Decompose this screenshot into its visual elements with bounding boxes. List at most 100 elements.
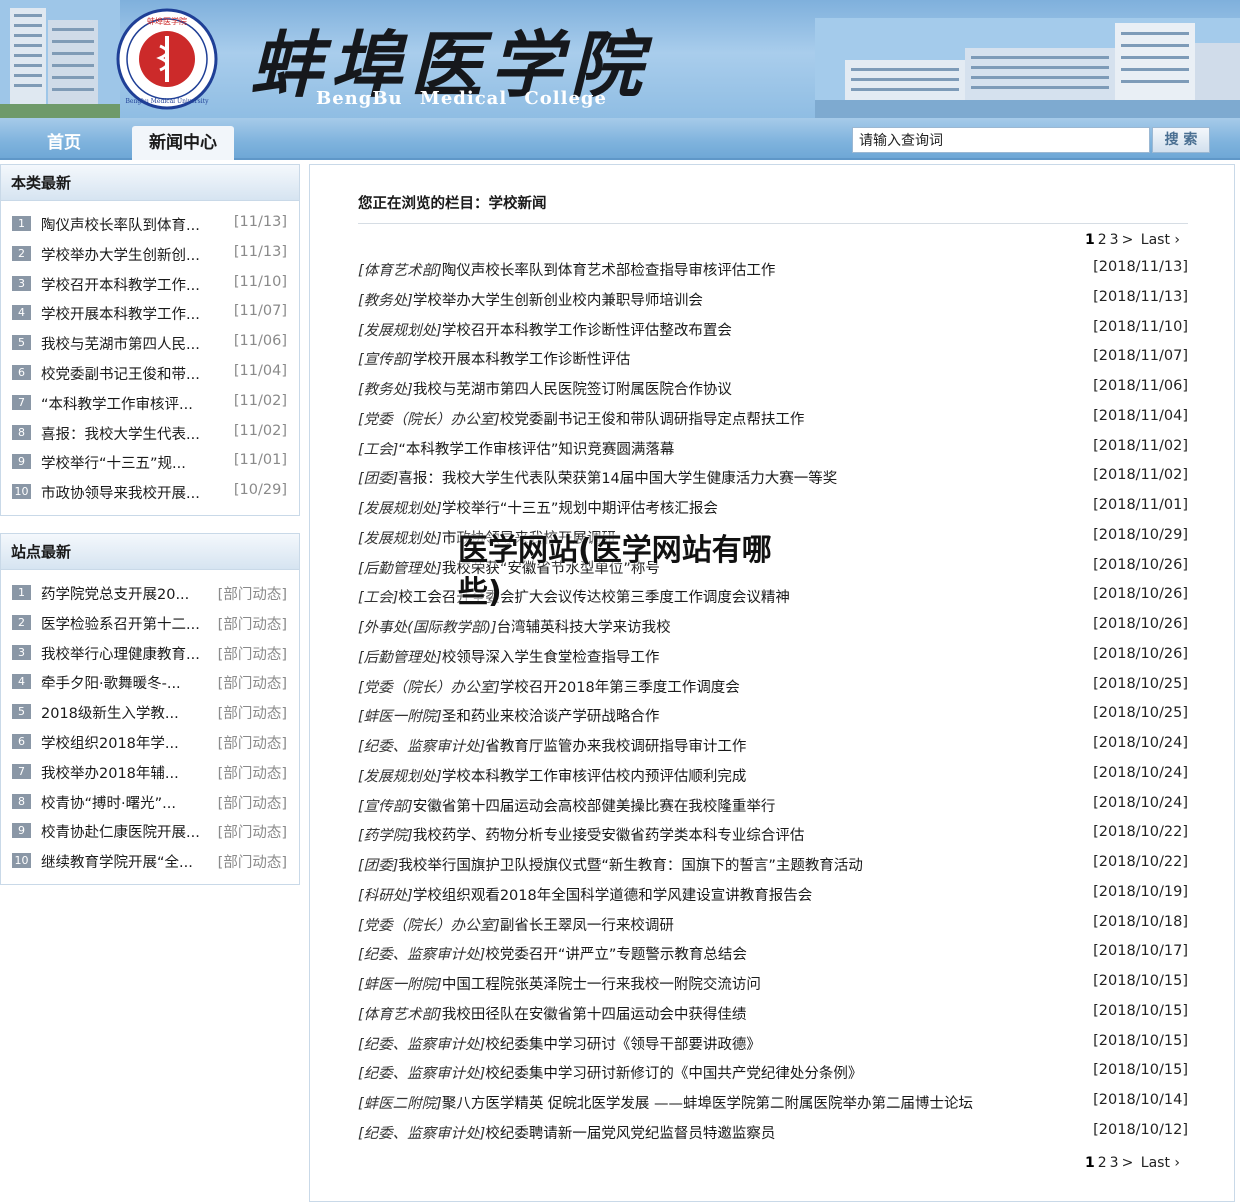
list-item[interactable]: 1 陶仪声校长率队到体育... [11/13]: [1, 213, 299, 243]
list-item[interactable]: 6 校党委副书记王俊和带... [11/04]: [1, 362, 299, 392]
item-title-link[interactable]: 学校举行“十三五”规...: [41, 452, 211, 473]
list-item[interactable]: 8 校青协“搏时·曙光”... [部门动态]: [1, 791, 299, 821]
news-row[interactable]: [科研处]学校组织观看2018年全国科学道德和学风建设宣讲教育报告会 [2018/…: [358, 884, 1188, 914]
news-row[interactable]: [宣传部]安徽省第十四届运动会高校部健美操比赛在我校隆重举行 [2018/10/2…: [358, 795, 1188, 825]
item-title-link[interactable]: 我校举行心理健康教育...: [41, 643, 211, 664]
list-item[interactable]: 10 继续教育学院开展“全... [部门动态]: [1, 850, 299, 880]
news-category[interactable]: [后勤管理处]: [358, 561, 442, 577]
item-title-link[interactable]: 学校召开本科教学工作...: [41, 274, 211, 295]
news-row[interactable]: [党委（院长）办公室]学校召开2018年第三季度工作调度会 [2018/10/25…: [358, 676, 1188, 706]
news-row[interactable]: [蚌医二附院]聚八方医学精英 促皖北医学发展 ——蚌埠医学院第二附属医院举办第二…: [358, 1092, 1188, 1122]
news-title-link[interactable]: 学校召开本科教学工作诊断性评估整改布置会: [442, 323, 732, 339]
news-category[interactable]: [工会]: [358, 590, 398, 606]
news-row[interactable]: [体育艺术部]我校田径队在安徽省第十四届运动会中获得佳绩 [2018/10/15]: [358, 1003, 1188, 1033]
news-category[interactable]: [宣传部]: [358, 352, 413, 368]
news-category[interactable]: [工会]: [358, 442, 398, 458]
item-title-link[interactable]: 我校举办2018年辅...: [41, 762, 211, 783]
news-category[interactable]: [药学院]: [358, 828, 413, 844]
news-title-link[interactable]: 圣和药业来校洽谈产学研战略合作: [442, 709, 660, 725]
item-title-link[interactable]: 市政协领导来我校开展...: [41, 482, 211, 503]
news-row[interactable]: [蚌医一附院]中国工程院张英泽院士一行来我校一附院交流访问 [2018/10/15…: [358, 973, 1188, 1003]
news-title-link[interactable]: 陶仪声校长率队到体育艺术部检查指导审核评估工作: [442, 263, 776, 279]
news-title-link[interactable]: 校党委召开“讲严立”专题警示教育总结会: [485, 947, 747, 963]
news-title-link[interactable]: 我校与芜湖市第四人民医院签订附属医院合作协议: [413, 382, 732, 398]
news-category[interactable]: [外事处(国际教学部)]: [358, 620, 497, 636]
news-title-link[interactable]: 省教育厅监管办来我校调研指导审计工作: [485, 739, 746, 755]
page-link[interactable]: 2: [1098, 1155, 1107, 1171]
news-row[interactable]: [纪委、监察审计处]校纪委聘请新一届党风党纪监督员特邀监察员 [2018/10/1…: [358, 1122, 1188, 1152]
news-category[interactable]: [后勤管理处]: [358, 650, 442, 666]
item-title-link[interactable]: 医学检验系召开第十二...: [41, 613, 211, 634]
news-category[interactable]: [纪委、监察审计处]: [358, 1126, 485, 1142]
list-item[interactable]: 10 市政协领导来我校开展... [10/29]: [1, 481, 299, 511]
news-category[interactable]: [教务处]: [358, 293, 413, 309]
news-row[interactable]: [纪委、监察审计处]省教育厅监管办来我校调研指导审计工作 [2018/10/24]: [358, 735, 1188, 765]
news-title-link[interactable]: 安徽省第十四届运动会高校部健美操比赛在我校隆重举行: [413, 799, 776, 815]
search-button[interactable]: 搜 索: [1152, 127, 1210, 153]
news-row[interactable]: [发展规划处]学校召开本科教学工作诊断性评估整改布置会 [2018/11/10]: [358, 319, 1188, 349]
news-row[interactable]: [党委（院长）办公室]副省长王翠凤一行来校调研 [2018/10/18]: [358, 914, 1188, 944]
tab-home[interactable]: 首页: [0, 126, 128, 160]
news-category[interactable]: [科研处]: [358, 888, 413, 904]
news-category[interactable]: [纪委、监察审计处]: [358, 1066, 485, 1082]
news-category[interactable]: [教务处]: [358, 382, 413, 398]
news-title-link[interactable]: 喜报：我校大学生代表队荣获第14届中国大学生健康活力大赛一等奖: [398, 471, 837, 487]
news-row[interactable]: [教务处]我校与芜湖市第四人民医院签订附属医院合作协议 [2018/11/06]: [358, 378, 1188, 408]
news-category[interactable]: [团委]: [358, 471, 398, 487]
news-title-link[interactable]: 我校药学、药物分析专业接受安徽省药学类本科专业综合评估: [413, 828, 805, 844]
news-title-link[interactable]: “本科教学工作审核评估”知识竞赛圆满落幕: [398, 442, 674, 458]
list-item[interactable]: 6 学校组织2018年学... [部门动态]: [1, 731, 299, 761]
news-row[interactable]: [团委]喜报：我校大学生代表队荣获第14届中国大学生健康活力大赛一等奖 [2018…: [358, 467, 1188, 497]
news-row[interactable]: [体育艺术部]陶仪声校长率队到体育艺术部检查指导审核评估工作 [2018/11/1…: [358, 259, 1188, 289]
item-title-link[interactable]: 陶仪声校长率队到体育...: [41, 214, 211, 235]
item-title-link[interactable]: 我校与芜湖市第四人民...: [41, 333, 211, 354]
news-category[interactable]: [纪委、监察审计处]: [358, 1037, 485, 1053]
news-title-link[interactable]: 聚八方医学精英 促皖北医学发展 ——蚌埠医学院第二附属医院举办第二届博士论坛: [442, 1096, 973, 1112]
next-page-link[interactable]: >: [1122, 232, 1134, 248]
news-category[interactable]: [发展规划处]: [358, 531, 442, 547]
list-item[interactable]: 2 医学检验系召开第十二... [部门动态]: [1, 612, 299, 642]
list-item[interactable]: 3 学校召开本科教学工作... [11/10]: [1, 273, 299, 303]
news-category[interactable]: [蚌医二附院]: [358, 1096, 442, 1112]
list-item[interactable]: 1 药学院党总支开展20... [部门动态]: [1, 582, 299, 612]
list-item[interactable]: 4 牵手夕阳·歌舞暖冬-... [部门动态]: [1, 671, 299, 701]
tab-news-center[interactable]: 新闻中心: [132, 126, 234, 160]
news-row[interactable]: [党委（院长）办公室]校党委副书记王俊和带队调研指导定点帮扶工作 [2018/11…: [358, 408, 1188, 438]
news-title-link[interactable]: 校领导深入学生食堂检查指导工作: [442, 650, 660, 666]
news-category[interactable]: [发展规划处]: [358, 323, 442, 339]
news-category[interactable]: [纪委、监察审计处]: [358, 947, 485, 963]
news-title-link[interactable]: 中国工程院张英泽院士一行来我校一附院交流访问: [442, 977, 761, 993]
list-item[interactable]: 9 校青协赴仁康医院开展... [部门动态]: [1, 820, 299, 850]
list-item[interactable]: 7 “本科教学工作审核评... [11/02]: [1, 392, 299, 422]
list-item[interactable]: 7 我校举办2018年辅... [部门动态]: [1, 761, 299, 791]
news-row[interactable]: [发展规划处]学校本科教学工作审核评估校内预评估顺利完成 [2018/10/24]: [358, 765, 1188, 795]
news-row[interactable]: [宣传部]学校开展本科教学工作诊断性评估 [2018/11/07]: [358, 348, 1188, 378]
news-category[interactable]: [发展规划处]: [358, 501, 442, 517]
item-title-link[interactable]: “本科教学工作审核评...: [41, 393, 211, 414]
news-category[interactable]: [党委（院长）办公室]: [358, 918, 500, 934]
news-row[interactable]: [纪委、监察审计处]校党委召开“讲严立”专题警示教育总结会 [2018/10/17…: [358, 943, 1188, 973]
item-title-link[interactable]: 继续教育学院开展“全...: [41, 851, 211, 872]
news-title-link[interactable]: 学校举行“十三五”规划中期评估考核汇报会: [442, 501, 718, 517]
list-item[interactable]: 9 学校举行“十三五”规... [11/01]: [1, 451, 299, 481]
news-title-link[interactable]: 校纪委集中学习研讨新修订的《中国共产党纪律处分条例》: [485, 1066, 862, 1082]
news-title-link[interactable]: 学校召开2018年第三季度工作调度会: [500, 680, 740, 696]
news-category[interactable]: [蚌医一附院]: [358, 977, 442, 993]
news-row[interactable]: [纪委、监察审计处]校纪委集中学习研讨《领导干部要讲政德》 [2018/10/15…: [358, 1033, 1188, 1063]
news-title-link[interactable]: 我校田径队在安徽省第十四届运动会中获得佳绩: [442, 1007, 747, 1023]
news-title-link[interactable]: 校纪委集中学习研讨《领导干部要讲政德》: [485, 1037, 761, 1053]
page-link[interactable]: 3: [1110, 232, 1119, 248]
list-item[interactable]: 3 我校举行心理健康教育... [部门动态]: [1, 642, 299, 672]
last-page-link[interactable]: Last ›: [1141, 232, 1180, 248]
news-title-link[interactable]: 副省长王翠凤一行来校调研: [500, 918, 674, 934]
page-link[interactable]: 3: [1110, 1155, 1119, 1171]
news-category[interactable]: [党委（院长）办公室]: [358, 680, 500, 696]
news-category[interactable]: [体育艺术部]: [358, 263, 442, 279]
item-title-link[interactable]: 牵手夕阳·歌舞暖冬-...: [41, 672, 211, 693]
news-category[interactable]: [党委（院长）办公室]: [358, 412, 500, 428]
news-title-link[interactable]: 学校本科教学工作审核评估校内预评估顺利完成: [442, 769, 747, 785]
list-item[interactable]: 5 2018级新生入学教... [部门动态]: [1, 701, 299, 731]
news-row[interactable]: [教务处]学校举办大学生创新创业校内兼职导师培训会 [2018/11/13]: [358, 289, 1188, 319]
news-category[interactable]: [纪委、监察审计处]: [358, 739, 485, 755]
item-title-link[interactable]: 学校举办大学生创新创...: [41, 244, 211, 265]
